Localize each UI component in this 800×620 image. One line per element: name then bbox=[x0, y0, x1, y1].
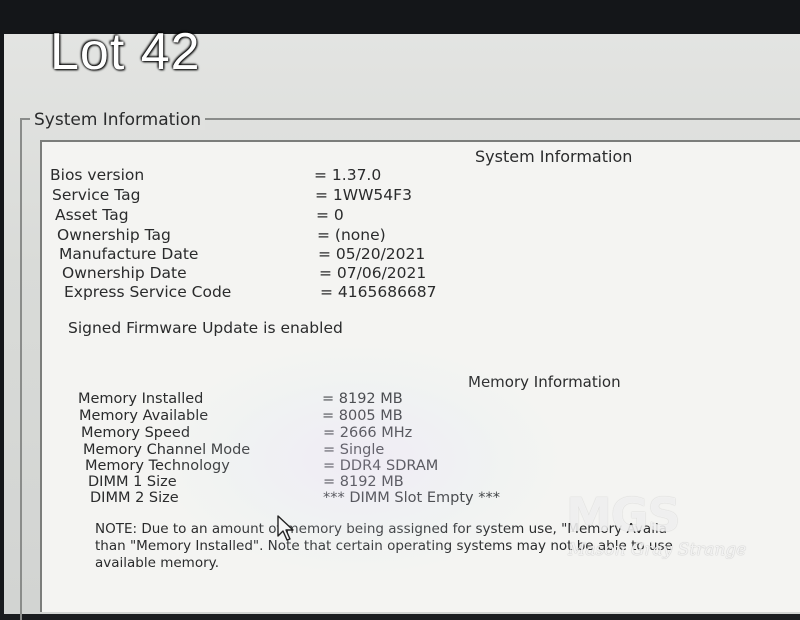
express-service-code-label: Express Service Code bbox=[64, 283, 232, 301]
dimm-2-size-label: DIMM 2 Size bbox=[90, 490, 179, 506]
group-legend: System Information bbox=[30, 110, 206, 130]
memory-technology-value: = DDR4 SDRAM bbox=[323, 458, 439, 474]
memory-speed-value: = 2666 MHz bbox=[323, 425, 413, 441]
memory-installed-label: Memory Installed bbox=[78, 391, 204, 407]
memory-technology-label: Memory Technology bbox=[85, 458, 230, 474]
asset-tag-label: Asset Tag bbox=[55, 206, 129, 224]
ownership-tag-label: Ownership Tag bbox=[57, 226, 171, 244]
lot-label: Lot 42 bbox=[50, 23, 201, 81]
service-tag-label: Service Tag bbox=[52, 186, 141, 204]
memory-note: NOTE: Due to an amount of memory being a… bbox=[95, 521, 673, 571]
memory-info-title: Memory Information bbox=[468, 373, 621, 391]
memory-installed-value: = 8192 MB bbox=[322, 391, 403, 407]
system-info-title: System Information bbox=[475, 147, 633, 166]
dimm-1-size-label: DIMM 1 Size bbox=[88, 474, 177, 490]
bios-version-value: = 1.37.0 bbox=[314, 166, 382, 184]
memory-available-value: = 8005 MB bbox=[322, 408, 403, 424]
memory-channel-mode-label: Memory Channel Mode bbox=[83, 442, 251, 458]
ownership-date-label: Ownership Date bbox=[62, 264, 187, 282]
service-tag-value: = 1WW54F3 bbox=[315, 186, 412, 204]
bios-version-label: Bios version bbox=[50, 166, 145, 184]
memory-available-label: Memory Available bbox=[79, 408, 209, 424]
ownership-tag-value: = (none) bbox=[317, 226, 386, 244]
express-service-code-value: = 4165686687 bbox=[320, 283, 437, 301]
asset-tag-value: = 0 bbox=[316, 206, 344, 224]
memory-speed-label: Memory Speed bbox=[81, 425, 191, 441]
dimm-1-size-value: = 8192 MB bbox=[323, 474, 404, 490]
manufacture-date-value: = 05/20/2021 bbox=[318, 245, 426, 263]
firmware-status-text: Signed Firmware Update is enabled bbox=[68, 319, 343, 337]
manufacture-date-label: Manufacture Date bbox=[59, 245, 199, 263]
mouse-pointer-icon bbox=[276, 514, 298, 546]
ownership-date-value: = 07/06/2021 bbox=[319, 264, 427, 282]
memory-channel-mode-value: = Single bbox=[323, 442, 385, 458]
dimm-2-size-value: *** DIMM Slot Empty *** bbox=[323, 490, 500, 506]
